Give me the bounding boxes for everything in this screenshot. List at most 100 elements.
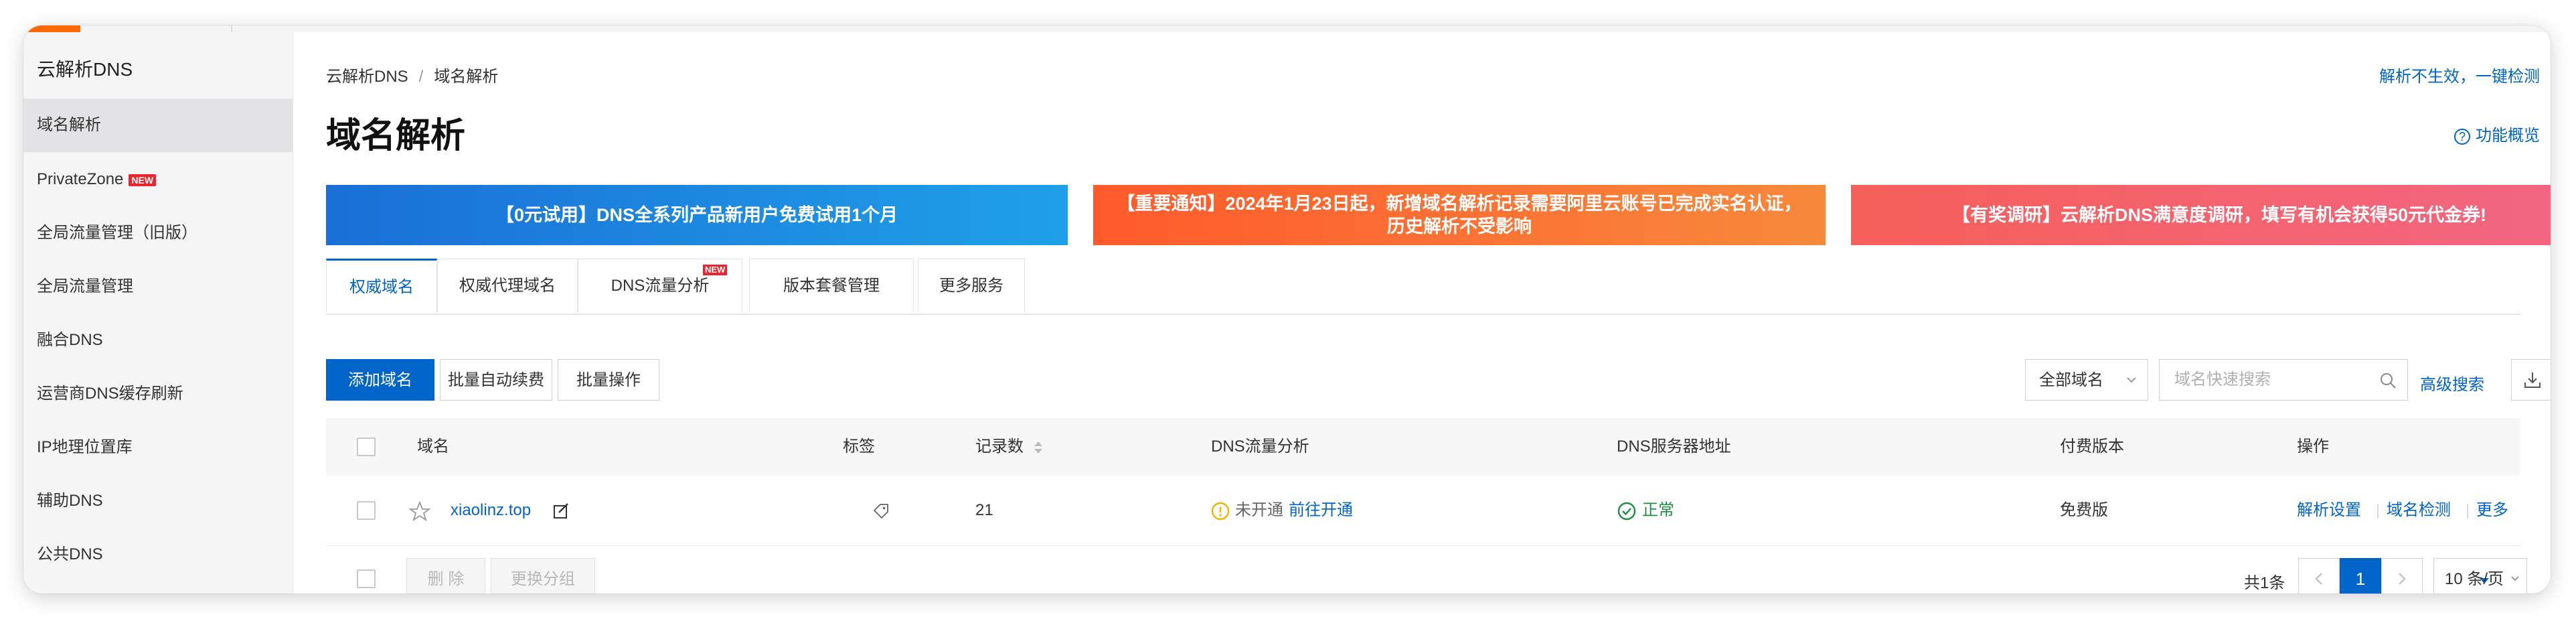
sidebar-title: 云解析DNS (37, 59, 133, 80)
banner-text: 【重要通知】2024年1月23日起，新增域名解析记录需要阿里云账号已完成实名认证… (1117, 192, 1801, 238)
banner-survey[interactable]: 【有奖调研】云解析DNS满意度调研，填写有机会获得50元代金券! (1851, 185, 2551, 245)
banner-text: 【0元试用】DNS全系列产品新用户免费试用1个月 (495, 205, 898, 225)
domain-link[interactable]: xiaolinz.top (451, 476, 531, 545)
one-click-check-link[interactable]: 解析不生效，一键检测 (2379, 63, 2540, 86)
edit-icon[interactable] (552, 502, 570, 520)
table-row: xiaolinz.top 21 未开通 前往开通 正常 免费版 解析设置 域名检… (326, 476, 2520, 583)
app-window: 云解析DNS 域名解析 PrivateZone NEW 全局流量管理（旧版） 全局… (23, 25, 2551, 594)
sidebar-item-ip-geo[interactable]: IP地理位置库 (23, 421, 293, 474)
tab-more-services[interactable]: 更多服务 (918, 259, 1025, 312)
sidebar-item-label: 公共DNS (37, 545, 103, 563)
advanced-search-link[interactable]: 高级搜索 (2420, 371, 2484, 395)
page-number-button[interactable]: 1 (2340, 558, 2381, 594)
delete-button[interactable]: 删 除 (406, 558, 485, 594)
total-count: 共1条 (2244, 574, 2285, 592)
feature-overview-label: 功能概览 (2476, 127, 2540, 145)
change-group-button[interactable]: 更换分组 (491, 558, 595, 594)
sidebar-item-label: 全局流量管理 (37, 277, 133, 295)
check-circle-icon (1617, 502, 1636, 521)
breadcrumb-current: 域名解析 (434, 68, 499, 86)
domain-filter-select[interactable]: 全部域名 (2025, 359, 2148, 401)
top-strip (23, 25, 2551, 32)
batch-operation-button[interactable]: 批量操作 (558, 359, 659, 401)
banner-free-trial[interactable]: 【0元试用】DNS全系列产品新用户免费试用1个月 (326, 185, 1068, 245)
banner-text: 【有奖调研】云解析DNS满意度调研，填写有机会获得50元代金券! (1951, 205, 2487, 225)
page-size-select[interactable]: 10 条/页 (2433, 558, 2527, 594)
tab-dns-traffic-analysis[interactable]: DNS流量分析 NEW (578, 259, 742, 312)
column-header-dns-traffic: DNS流量分析 (1211, 437, 1309, 456)
sidebar: 云解析DNS 域名解析 PrivateZone NEW 全局流量管理（旧版） 全局… (23, 32, 293, 594)
sidebar-item-label: 域名解析 (37, 116, 101, 134)
search-icon[interactable] (2379, 372, 2397, 389)
page-title: 域名解析 (326, 117, 466, 155)
domain-filter-value: 全部域名 (2039, 371, 2103, 389)
chevron-down-icon (2127, 377, 2136, 383)
banner-text-line: 历史解析不受影响 (1387, 216, 1532, 236)
new-badge: NEW (703, 265, 728, 275)
column-header-label: 记录数 (975, 437, 1024, 456)
sidebar-item-public-dns[interactable]: 公共DNS (23, 528, 293, 581)
table-footer: 删 除 更换分组 共1条 1 10 条/页 (326, 545, 2527, 594)
column-header-plan: 付费版本 (2060, 437, 2124, 456)
footer-select-all-checkbox[interactable] (357, 569, 376, 588)
domain-check-link[interactable]: 域名检测 (2387, 476, 2451, 545)
record-count: 21 (975, 501, 993, 519)
domain-search-input[interactable] (2173, 360, 2390, 400)
breadcrumb-separator: / (418, 68, 424, 86)
export-button[interactable] (2511, 359, 2551, 401)
page-size-value: 10 条/页 (2445, 570, 2504, 588)
new-badge: NEW (129, 174, 157, 186)
action-divider (2377, 504, 2379, 519)
column-header-dns-servers: DNS服务器地址 (1617, 437, 1731, 456)
sidebar-item-fusion-dns[interactable]: 融合DNS (23, 314, 293, 367)
chevron-right-icon (2399, 573, 2406, 585)
top-strip-divider (231, 25, 232, 32)
row-checkbox[interactable] (357, 501, 376, 520)
feature-overview-link[interactable]: ? 功能概览 (2454, 122, 2540, 145)
sidebar-item-label: 全局流量管理（旧版） (37, 224, 197, 242)
sidebar-item-secondary-dns[interactable]: 辅助DNS (23, 474, 293, 528)
chevron-down-icon (2511, 576, 2519, 581)
sidebar-item-cache-refresh[interactable]: 运营商DNS缓存刷新 (23, 367, 293, 421)
breadcrumb: 云解析DNS / 域名解析 (326, 63, 498, 86)
tab-proxy-domains[interactable]: 权威代理域名 (437, 259, 578, 312)
sidebar-item-privatezone[interactable]: PrivateZone NEW (23, 153, 293, 206)
sidebar-item-label: PrivateZone (37, 170, 124, 188)
table-header: 域名 标签 记录数 DNS流量分析 DNS服务器地址 付费版本 操作 (326, 418, 2520, 476)
sidebar-item-label: 辅助DNS (37, 492, 103, 510)
download-icon (2524, 372, 2541, 388)
traffic-status: 未开通 (1235, 501, 1283, 519)
resolution-settings-link[interactable]: 解析设置 (2297, 476, 2361, 545)
help-icon: ? (2454, 128, 2470, 145)
sidebar-item-label: IP地理位置库 (37, 438, 133, 456)
banner-important-notice[interactable]: 【重要通知】2024年1月23日起，新增域名解析记录需要阿里云账号已完成实名认证… (1093, 185, 1826, 245)
sidebar-item-domain-resolution[interactable]: 域名解析 (23, 98, 293, 152)
column-header-tags: 标签 (843, 437, 875, 456)
brand-accent-bar (23, 25, 80, 32)
domain-search-box (2159, 359, 2408, 401)
star-icon[interactable] (409, 501, 430, 521)
action-divider (2467, 504, 2468, 519)
sidebar-item-gtm[interactable]: 全局流量管理 (23, 260, 293, 314)
select-all-checkbox[interactable] (357, 437, 376, 456)
tag-icon[interactable] (872, 502, 890, 520)
tab-authoritative-domains[interactable]: 权威域名 (326, 259, 437, 312)
next-page-button[interactable] (2381, 558, 2423, 594)
breadcrumb-link-dns[interactable]: 云解析DNS (326, 68, 408, 86)
prev-page-button[interactable] (2298, 558, 2340, 594)
tab-plan-management[interactable]: 版本套餐管理 (749, 259, 914, 312)
main-content: 云解析DNS / 域名解析 解析不生效，一键检测 域名解析 ? 功能概览 【0元试用】… (293, 32, 2551, 594)
add-domain-button[interactable]: 添加域名 (326, 359, 434, 401)
banner-text-line: 【重要通知】2024年1月23日起，新增域名解析记录需要阿里云账号已完成实名认证… (1117, 194, 1802, 214)
sort-icon (1034, 441, 1042, 454)
batch-auto-renew-button[interactable]: 批量自动续费 (440, 359, 552, 401)
tab-label: DNS流量分析 (611, 277, 710, 295)
enable-traffic-link[interactable]: 前往开通 (1289, 476, 1353, 545)
more-actions-label: 更多 (2476, 501, 2508, 519)
column-header-records[interactable]: 记录数 (975, 418, 1043, 476)
column-header-domain: 域名 (417, 437, 449, 456)
tab-bar: 权威域名 权威代理域名 DNS流量分析 NEW 版本套餐管理 更多服务 (326, 259, 2520, 315)
column-header-actions: 操作 (2297, 437, 2329, 456)
sidebar-item-gtm-legacy[interactable]: 全局流量管理（旧版） (23, 206, 293, 260)
sidebar-item-label: 运营商DNS缓存刷新 (37, 385, 183, 403)
